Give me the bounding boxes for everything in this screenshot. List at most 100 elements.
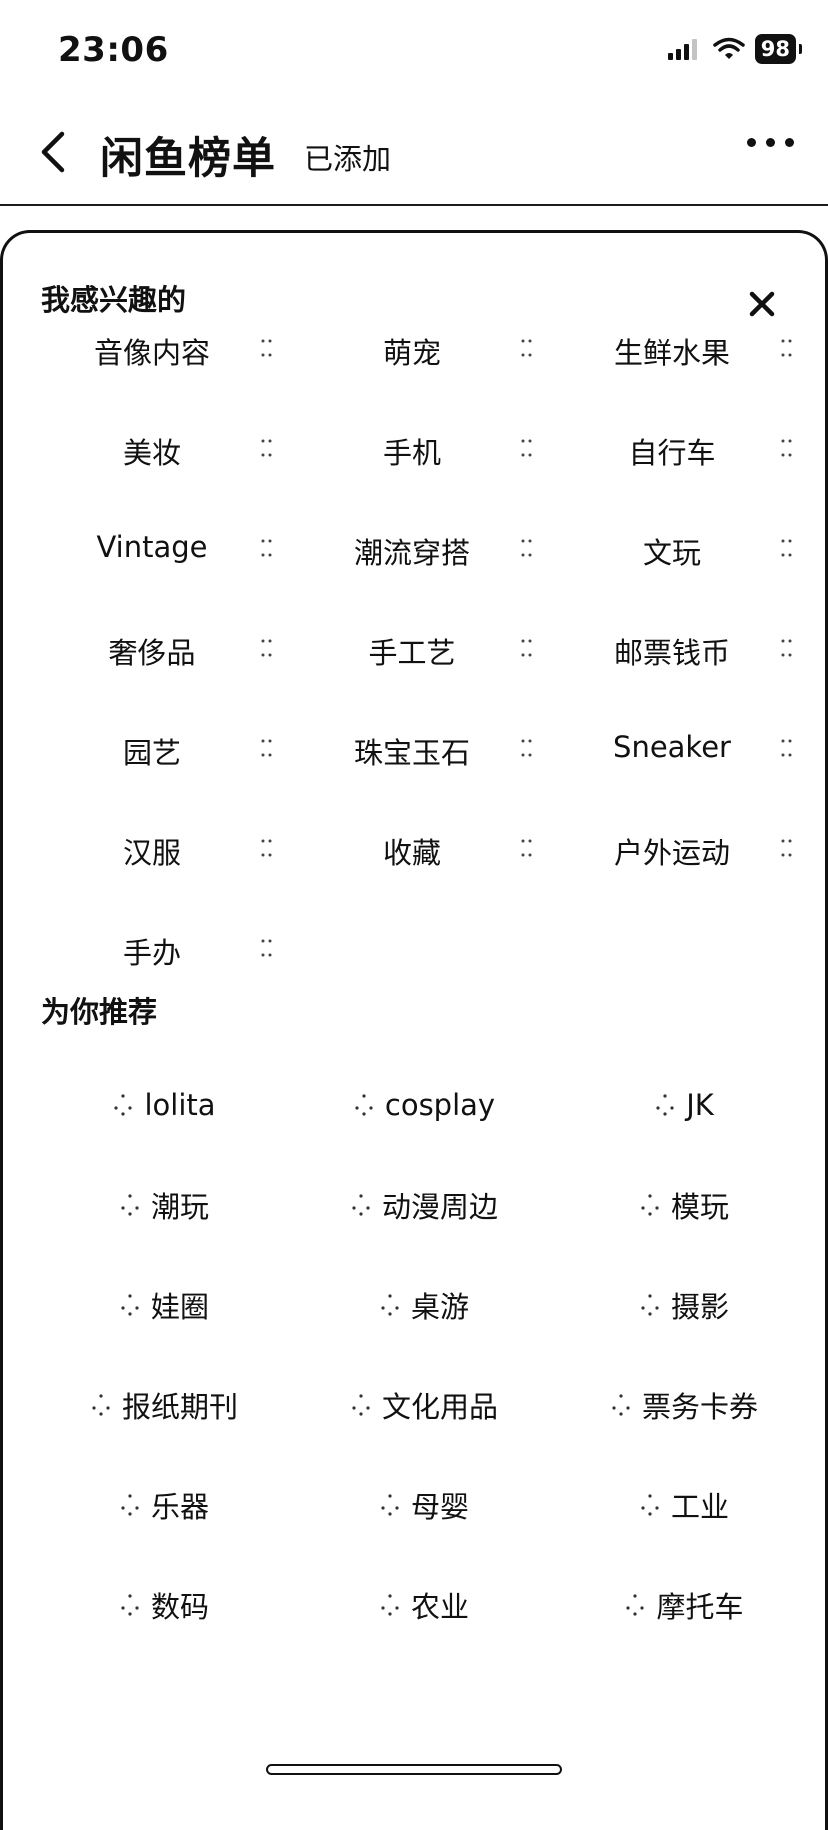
recommended-item-label: 桌游 bbox=[410, 1290, 469, 1324]
drag-handle-icon[interactable] bbox=[261, 637, 273, 659]
interested-item[interactable]: 汉服 bbox=[33, 818, 293, 878]
sparkle-icon bbox=[92, 1394, 110, 1416]
interested-item[interactable]: 自行车 bbox=[553, 418, 813, 478]
recommended-item[interactable]: 数码 bbox=[33, 1575, 293, 1635]
recommended-item[interactable]: cosplay bbox=[293, 1075, 553, 1135]
recommended-item[interactable]: 农业 bbox=[293, 1575, 553, 1635]
interested-item[interactable]: 珠宝玉石 bbox=[293, 718, 553, 778]
interested-item[interactable]: 潮流穿搭 bbox=[293, 518, 553, 578]
recommended-item[interactable]: 潮玩 bbox=[33, 1175, 293, 1235]
status-icons: 98 bbox=[667, 34, 803, 64]
interested-item[interactable]: 萌宠 bbox=[293, 318, 553, 378]
recommended-item-label: 动漫周边 bbox=[381, 1190, 498, 1224]
drag-handle-icon[interactable] bbox=[521, 437, 533, 459]
interested-item[interactable]: 园艺 bbox=[33, 718, 293, 778]
sparkle-icon bbox=[114, 1094, 133, 1116]
recommended-title: 为你推荐 bbox=[41, 995, 158, 1029]
recommended-item-label: 工业 bbox=[670, 1490, 729, 1524]
interested-item[interactable]: 收藏 bbox=[293, 818, 553, 878]
recommended-item[interactable]: 乐器 bbox=[33, 1475, 293, 1535]
drag-handle-icon[interactable] bbox=[781, 637, 793, 659]
drag-handle-icon[interactable] bbox=[781, 737, 793, 759]
interested-item[interactable]: 手机 bbox=[293, 418, 553, 478]
drag-handle-icon[interactable] bbox=[261, 337, 273, 359]
interested-item-label: 手机 bbox=[382, 436, 441, 470]
drag-handle-icon[interactable] bbox=[521, 837, 533, 859]
drag-handle-icon[interactable] bbox=[521, 537, 533, 559]
recommended-item-label: lolita bbox=[144, 1088, 216, 1122]
interested-item-label: 自行车 bbox=[628, 436, 716, 470]
interested-item-label: Sneaker bbox=[613, 730, 731, 764]
recommended-item-label: 娃圈 bbox=[150, 1290, 209, 1324]
interested-item[interactable]: 邮票钱币 bbox=[553, 618, 813, 678]
recommended-item[interactable]: 票务卡券 bbox=[553, 1375, 813, 1435]
drag-handle-icon[interactable] bbox=[781, 337, 793, 359]
close-icon[interactable] bbox=[747, 289, 777, 319]
sparkle-icon bbox=[641, 1294, 659, 1316]
interested-item[interactable]: 音像内容 bbox=[33, 318, 293, 378]
interested-item-label: 生鲜水果 bbox=[613, 336, 730, 370]
interested-item-label: 汉服 bbox=[122, 836, 181, 870]
drag-handle-icon[interactable] bbox=[261, 437, 273, 459]
drag-handle-icon[interactable] bbox=[521, 337, 533, 359]
recommended-item[interactable]: 工业 bbox=[553, 1475, 813, 1535]
sparkle-icon bbox=[381, 1294, 399, 1316]
recommended-item[interactable]: 文化用品 bbox=[293, 1375, 553, 1435]
sparkle-icon bbox=[121, 1494, 139, 1516]
interested-item[interactable]: 文玩 bbox=[553, 518, 813, 578]
sparkle-icon bbox=[352, 1194, 370, 1216]
category-sheet: 我感兴趣的 音像内容 萌宠 生鲜水果 美妆 手机 自行车 Vintage 潮流穿搭 文玩 奢侈品手… bbox=[0, 230, 828, 1830]
sparkle-icon bbox=[612, 1394, 630, 1416]
interested-item[interactable]: 手办 bbox=[33, 918, 293, 978]
interested-item[interactable]: 户外运动 bbox=[553, 818, 813, 878]
recommended-item[interactable]: 动漫周边 bbox=[293, 1175, 553, 1235]
recommended-item[interactable]: 母婴 bbox=[293, 1475, 553, 1535]
interested-item[interactable]: 美妆 bbox=[33, 418, 293, 478]
drag-handle-icon[interactable] bbox=[261, 537, 273, 559]
recommended-item[interactable]: JK bbox=[553, 1075, 813, 1135]
recommended-item[interactable]: 娃圈 bbox=[33, 1275, 293, 1335]
recommended-item[interactable]: 报纸期刊 bbox=[33, 1375, 293, 1435]
sparkle-icon bbox=[656, 1094, 674, 1116]
drag-handle-icon[interactable] bbox=[521, 637, 533, 659]
interested-item[interactable]: 手工艺 bbox=[293, 618, 553, 678]
recommended-item-label: 数码 bbox=[150, 1590, 209, 1624]
interested-item-label: 美妆 bbox=[122, 436, 181, 470]
recommended-item[interactable]: 摄影 bbox=[553, 1275, 813, 1335]
recommended-item-label: 摩托车 bbox=[656, 1590, 744, 1624]
added-label[interactable]: 已添加 bbox=[304, 136, 391, 178]
interested-item[interactable]: 奢侈品 bbox=[33, 618, 293, 678]
drag-handle-icon[interactable] bbox=[781, 837, 793, 859]
recommended-item[interactable]: lolita bbox=[33, 1075, 293, 1135]
recommended-item[interactable]: 模玩 bbox=[553, 1175, 813, 1235]
interested-title: 我感兴趣的 bbox=[41, 283, 187, 317]
interested-item-label: 园艺 bbox=[122, 736, 181, 770]
status-time: 23:06 bbox=[58, 30, 169, 70]
interested-item-label: 萌宠 bbox=[382, 336, 441, 370]
drag-handle-icon[interactable] bbox=[781, 537, 793, 559]
back-icon[interactable] bbox=[34, 128, 74, 176]
recommended-item-label: 乐器 bbox=[150, 1490, 209, 1524]
interested-item-label: 潮流穿搭 bbox=[353, 536, 470, 570]
more-icon[interactable] bbox=[747, 138, 794, 147]
sparkle-icon bbox=[381, 1494, 399, 1516]
interested-item[interactable]: Sneaker bbox=[553, 718, 813, 778]
sparkle-icon bbox=[381, 1594, 399, 1616]
interested-item[interactable]: Vintage bbox=[33, 518, 293, 578]
drag-handle-icon[interactable] bbox=[261, 737, 273, 759]
recommended-item[interactable]: 桌游 bbox=[293, 1275, 553, 1335]
wifi-icon bbox=[713, 37, 745, 59]
interested-item-label: 文玩 bbox=[642, 536, 701, 570]
sparkle-icon bbox=[121, 1594, 139, 1616]
drag-handle-icon[interactable] bbox=[261, 937, 273, 959]
interested-item[interactable]: 生鲜水果 bbox=[553, 318, 813, 378]
sparkle-icon bbox=[355, 1094, 373, 1116]
home-indicator bbox=[266, 1764, 562, 1775]
drag-handle-icon[interactable] bbox=[781, 437, 793, 459]
interested-item-label: 户外运动 bbox=[613, 836, 730, 870]
recommended-item[interactable]: 摩托车 bbox=[553, 1575, 813, 1635]
status-bar: 23:06 98 bbox=[0, 0, 828, 100]
drag-handle-icon[interactable] bbox=[261, 837, 273, 859]
interested-item-label: 手工艺 bbox=[368, 636, 456, 670]
drag-handle-icon[interactable] bbox=[521, 737, 533, 759]
